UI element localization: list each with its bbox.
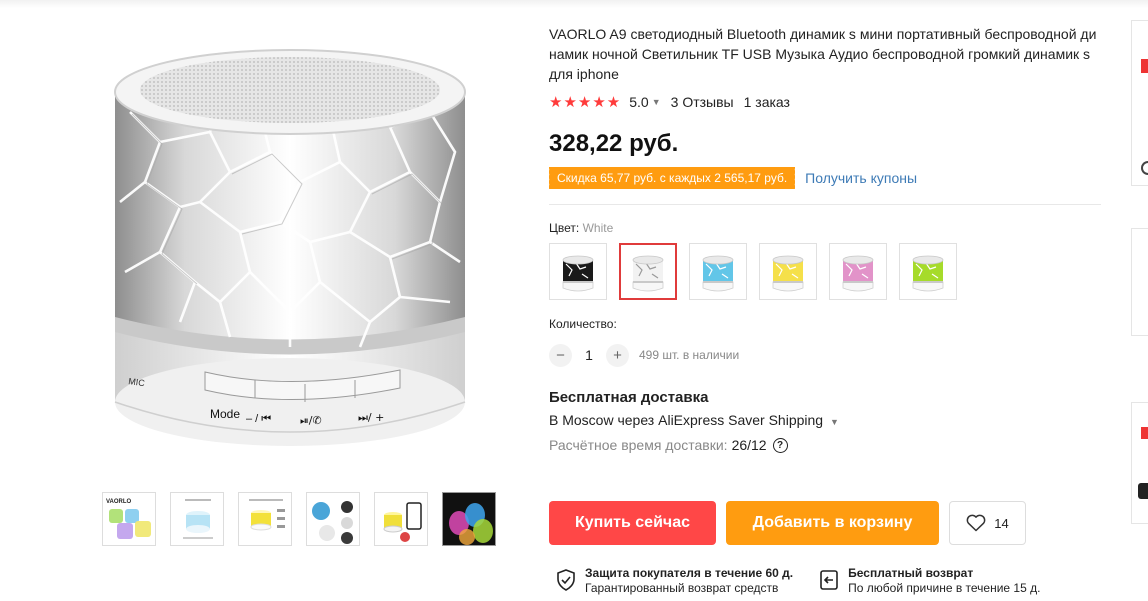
return-icon [820, 570, 838, 590]
buyer-protection: Защита покупателя в течение 60 д. Гарант… [556, 566, 793, 596]
product-title: VAORLO A9 светодиодный Bluetooth динамик… [549, 26, 1097, 82]
color-swatches [549, 243, 1105, 300]
play-label: ⏯/✆ [300, 414, 322, 427]
get-coupons-link[interactable]: Получить купоны [805, 170, 917, 186]
delivery-time: Расчётное время доставки: 26/12 ? [549, 435, 1105, 455]
heart-icon [966, 514, 986, 532]
quantity-label: Количество: [549, 317, 617, 331]
swatch-speaker-blue [702, 255, 734, 291]
speaker-illustration: Mode – / ⏮ ⏯/✆ ⏭/ + MIC [114, 49, 466, 446]
quantity-minus-button[interactable]: − [549, 343, 572, 367]
quantity-stepper: − 1 + 499 шт. в наличии [549, 343, 1105, 367]
quantity-value[interactable]: 1 [572, 347, 606, 363]
thumbnail-1[interactable]: VAORLO [102, 492, 156, 546]
shield-check-icon [557, 569, 575, 591]
thumbnail-4[interactable] [306, 492, 360, 546]
color-swatch-pink[interactable] [829, 243, 887, 300]
recommendation-card-2[interactable] [1131, 228, 1148, 336]
color-swatch-green[interactable] [899, 243, 957, 300]
divider [549, 204, 1101, 205]
swatch-speaker-black [562, 255, 594, 291]
wishlist-button[interactable]: 14 [949, 501, 1026, 545]
chevron-down-icon[interactable]: ▼ [652, 97, 661, 107]
help-icon[interactable]: ? [772, 437, 788, 453]
color-label-text: Цвет: [549, 221, 580, 235]
rating-row: ★★★★★ 5.0 ▼ 3 Отзывы 1 заказ [549, 92, 1105, 112]
color-swatch-blue[interactable] [689, 243, 747, 300]
quantity-plus-button[interactable]: + [606, 343, 629, 367]
free-return: Бесплатный возврат По любой причине в те… [819, 566, 1040, 596]
swatch-speaker-pink [842, 255, 874, 291]
color-swatch-white[interactable] [619, 243, 677, 300]
reviews-link[interactable]: 3 Отзывы [671, 94, 734, 110]
thumbnail-2[interactable] [170, 492, 224, 546]
product-price: 328,22 руб. [549, 130, 679, 157]
recommendation-card-3[interactable] [1131, 402, 1148, 524]
top-fade [0, 0, 1148, 8]
color-swatch-yellow[interactable] [759, 243, 817, 300]
product-info: VAORLO A9 светодиодный Bluetooth динамик… [546, 24, 1105, 455]
delivery-time-value: 26/12 [731, 437, 767, 453]
main-product-image[interactable]: Mode – / ⏮ ⏯/✆ ⏭/ + MIC [100, 32, 480, 462]
swatch-speaker-white [632, 255, 664, 291]
color-value: White [582, 221, 614, 235]
guarantees: Защита покупателя в течение 60 д. Гарант… [556, 566, 1040, 596]
shipping-method-text: В Moscow через AliExpress Saver Shipping [549, 412, 824, 428]
plus-label: ⏭/ + [358, 411, 384, 424]
recommendation-card-1[interactable] [1131, 20, 1148, 186]
stock-text: 499 шт. в наличии [639, 348, 740, 362]
thumbnail-3[interactable] [238, 492, 292, 546]
thumbnail-strip: VAORLO [102, 492, 496, 546]
thumbnail-5[interactable] [374, 492, 428, 546]
top-strip [0, 0, 1148, 12]
swatch-speaker-green [912, 255, 944, 291]
thumbnail-6[interactable] [442, 492, 496, 546]
rating-stars: ★★★★★ [549, 94, 622, 111]
buyer-protection-sub: Гарантированный возврат средств [585, 581, 779, 595]
rating-score[interactable]: 5.0 [629, 94, 648, 110]
chevron-down-icon: ▼ [829, 417, 839, 427]
shipping-title: Бесплатная доставка [549, 389, 709, 406]
free-return-title: Бесплатный возврат [848, 566, 974, 580]
color-label: Цвет: White [549, 221, 1105, 235]
orders-count: 1 заказ [743, 94, 790, 110]
wishlist-count: 14 [994, 515, 1009, 531]
delivery-time-label: Расчётное время доставки: [549, 437, 728, 453]
buy-now-button[interactable]: Купить сейчас [549, 501, 716, 545]
color-swatch-black[interactable] [549, 243, 607, 300]
svg-text:VAORLO: VAORLO [106, 499, 132, 505]
shipping-method[interactable]: В Moscow через AliExpress Saver Shipping… [549, 412, 1105, 432]
recommendations-column [1131, 20, 1148, 601]
coupon-row: Скидка 65,77 руб. с каждых 2 565,17 руб.… [546, 167, 1105, 189]
action-buttons: Купить сейчас Добавить в корзину 14 [549, 501, 1026, 545]
buyer-protection-title: Защита покупателя в течение 60 д. [585, 566, 794, 580]
add-to-cart-button[interactable]: Добавить в корзину [726, 501, 939, 545]
mode-label: Mode [210, 407, 240, 421]
coupon-badge: Скидка 65,77 руб. с каждых 2 565,17 руб. [546, 167, 796, 189]
swatch-speaker-yellow [772, 255, 804, 291]
free-return-sub: По любой причине в течение 15 д. [848, 581, 1041, 595]
minus-label: – / ⏮ [246, 413, 271, 425]
